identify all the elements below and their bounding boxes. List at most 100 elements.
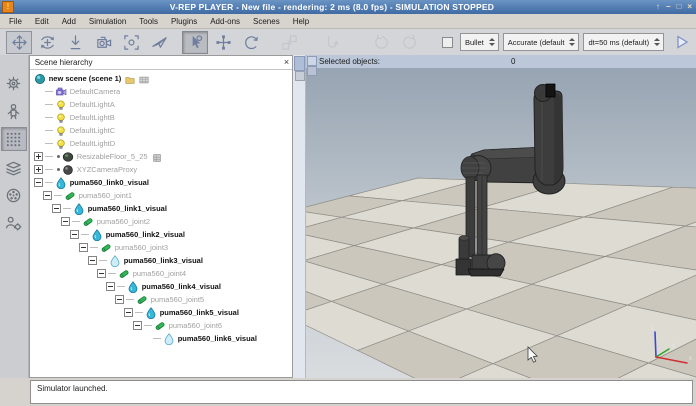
close-button[interactable]: ×: [687, 2, 692, 12]
scrollbar-button[interactable]: [295, 71, 305, 81]
realtime-checkbox[interactable]: [442, 37, 453, 48]
camera-zoom-button[interactable]: [62, 31, 88, 54]
timestep-value: dt=50 ms (default): [588, 38, 649, 47]
expander-minus-icon[interactable]: [88, 256, 97, 265]
expander-minus-icon[interactable]: [70, 230, 79, 239]
item-label: puma560_joint6: [169, 321, 222, 330]
menu-help[interactable]: Help: [293, 17, 309, 26]
user-settings-icon: [5, 215, 22, 232]
view-mini-button2[interactable]: [307, 66, 317, 76]
close-icon[interactable]: ×: [284, 57, 289, 68]
mirror-icon: [323, 34, 340, 51]
expander-minus-icon[interactable]: [106, 282, 115, 291]
tree-connector: [72, 221, 80, 222]
tree-connector: [45, 130, 53, 131]
menu-tools[interactable]: Tools: [139, 17, 158, 26]
hierarchy-scrollbar[interactable]: [293, 55, 306, 378]
assemble-icon: [281, 34, 298, 51]
hierarchy-item-defaultlightb[interactable]: DefaultLightB: [30, 111, 292, 124]
maximize-button[interactable]: □: [676, 2, 681, 12]
expander-minus-icon[interactable]: [115, 295, 124, 304]
item-label: puma560_link2_visual: [106, 230, 185, 239]
menu-scenes[interactable]: Scenes: [253, 17, 280, 26]
object-move-icon: [215, 34, 232, 51]
physics-engine-dropdown[interactable]: Bullet: [460, 33, 499, 51]
hierarchy-item-puma560-joint5[interactable]: puma560_joint5: [30, 293, 292, 306]
menu-simulation[interactable]: Simulation: [89, 17, 126, 26]
hierarchy-item-defaultlighta[interactable]: DefaultLightA: [30, 98, 292, 111]
hierarchy-item-puma560-joint2[interactable]: puma560_joint2: [30, 215, 292, 228]
expander-minus-icon[interactable]: [61, 217, 70, 226]
link-icon: [91, 229, 103, 241]
expander-minus-icon[interactable]: [124, 308, 133, 317]
expander-minus-icon[interactable]: [97, 269, 106, 278]
camera-pan-button[interactable]: [6, 31, 32, 54]
user-settings-button[interactable]: [1, 211, 27, 235]
simulation-settings-button[interactable]: [1, 71, 27, 95]
camera-rotate-button[interactable]: [34, 31, 60, 54]
tree-connector: [117, 286, 125, 287]
video-recorder-button[interactable]: [1, 183, 27, 207]
hierarchy-item-puma560-link0-visual[interactable]: puma560_link0_visual: [30, 176, 292, 189]
hierarchy-item-puma560-link3-visual[interactable]: puma560_link3_visual: [30, 254, 292, 267]
main-area: Scene hierarchy × new scene (scene 1)Def…: [0, 55, 696, 378]
expander-minus-icon[interactable]: [133, 321, 142, 330]
view-mini-button[interactable]: [307, 56, 317, 66]
object-select-button[interactable]: [182, 31, 208, 54]
scene-hierarchy-toggle-button[interactable]: [1, 127, 27, 151]
expander-minus-icon[interactable]: [43, 191, 52, 200]
scene-hierarchy-header: Scene hierarchy ×: [30, 56, 292, 70]
menu-plugins[interactable]: Plugins: [171, 17, 197, 26]
light-icon: [55, 138, 67, 150]
tree-connector: [90, 247, 98, 248]
floor-tiles: [306, 178, 696, 378]
hierarchy-item-defaultlightd[interactable]: DefaultLightD: [30, 137, 292, 150]
scrollbar-thumb[interactable]: [294, 56, 305, 71]
scene-hierarchy-panel: Scene hierarchy × new scene (scene 1)Def…: [29, 55, 293, 378]
item-label: puma560_joint3: [115, 243, 168, 252]
object-rotate-button[interactable]: [238, 31, 264, 54]
hierarchy-item-puma560-link6-visual[interactable]: puma560_link6_visual: [30, 332, 292, 345]
3d-viewport[interactable]: z y x: [306, 69, 696, 378]
accuracy-dropdown[interactable]: Accurate (default: [503, 33, 580, 51]
hierarchy-item-puma560-joint6[interactable]: puma560_joint6: [30, 319, 292, 332]
layers-button[interactable]: [1, 155, 27, 179]
hierarchy-item-puma560-joint1[interactable]: puma560_joint1: [30, 189, 292, 202]
object-select-icon: [187, 34, 204, 51]
menu-edit[interactable]: Edit: [35, 17, 49, 26]
hierarchy-item-defaultlightc[interactable]: DefaultLightC: [30, 124, 292, 137]
hierarchy-item-defaultcamera[interactable]: DefaultCamera: [30, 85, 292, 98]
expander-minus-icon[interactable]: [52, 204, 61, 213]
hierarchy-item-puma560-link2-visual[interactable]: puma560_link2_visual: [30, 228, 292, 241]
left-toolbar: [0, 55, 29, 378]
selection-info-bar: Selected objects: 0: [306, 55, 696, 69]
start-simulation-button[interactable]: [674, 34, 690, 50]
expander-plus-icon[interactable]: [34, 152, 43, 161]
timestep-dropdown[interactable]: dt=50 ms (default): [583, 33, 664, 51]
menu-addons[interactable]: Add-ons: [210, 17, 240, 26]
object-move-button[interactable]: [210, 31, 236, 54]
hierarchy-item-resizablefloor-5-25[interactable]: ResizableFloor_5_25: [30, 150, 292, 163]
expander-minus-icon[interactable]: [34, 178, 43, 187]
expander-plus-icon[interactable]: [34, 165, 43, 174]
hierarchy-item-puma560-joint4[interactable]: puma560_joint4: [30, 267, 292, 280]
status-message-box[interactable]: Simulator launched.: [30, 380, 693, 404]
camera-angle-button[interactable]: [90, 31, 116, 54]
hierarchy-item-new-scene-scene-1-[interactable]: new scene (scene 1): [30, 72, 292, 85]
menu-add[interactable]: Add: [62, 17, 76, 26]
hierarchy-item-puma560-link4-visual[interactable]: puma560_link4_visual: [30, 280, 292, 293]
expander-minus-icon[interactable]: [79, 243, 88, 252]
hierarchy-item-puma560-link1-visual[interactable]: puma560_link1_visual: [30, 202, 292, 215]
model-browser-button[interactable]: [1, 99, 27, 123]
item-label: DefaultLightD: [70, 139, 115, 148]
hierarchy-item-puma560-joint3[interactable]: puma560_joint3: [30, 241, 292, 254]
hierarchy-item-puma560-link5-visual[interactable]: puma560_link5_visual: [30, 306, 292, 319]
fly-mode-button[interactable]: [146, 31, 172, 54]
minimize-button[interactable]: −: [666, 2, 671, 12]
video-recorder-icon: [5, 187, 22, 204]
menu-file[interactable]: File: [9, 17, 22, 26]
shade-button[interactable]: ↑: [656, 2, 660, 12]
hierarchy-item-xyzcameraproxy[interactable]: XYZCameraProxy: [30, 163, 292, 176]
fit-to-view-button[interactable]: [118, 31, 144, 54]
item-label: ResizableFloor_5_25: [77, 152, 148, 161]
